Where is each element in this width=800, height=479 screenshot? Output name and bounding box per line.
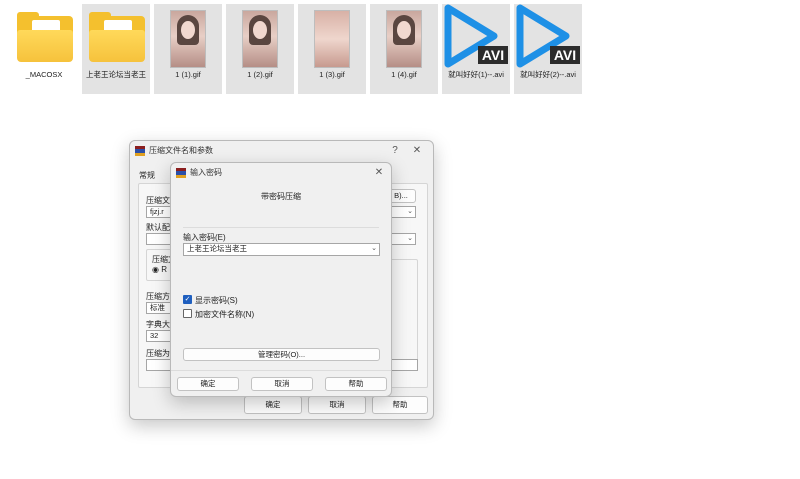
password-input[interactable]: 上老王论坛当老王 ⌄	[183, 243, 380, 256]
file-grid: _MACOSX 上老王论坛当老王 1 (1).gif 1 (2).gif 1 (…	[10, 4, 590, 96]
titlebar: 输入密码 ✕	[171, 163, 391, 183]
folder-icon	[82, 6, 150, 70]
encrypt-names-checkbox[interactable]	[183, 309, 192, 318]
show-password-checkbox[interactable]: ✓	[183, 295, 192, 304]
dictionary-label: 字典大	[146, 320, 170, 329]
image-thumbnail	[370, 6, 438, 70]
help-button[interactable]: 帮助	[372, 396, 428, 414]
encrypt-names-label: 加密文件名称(N)	[195, 310, 255, 319]
divider	[183, 227, 379, 228]
file-item-avi-2[interactable]: AVI 就叫好好(2)--.avi	[514, 4, 582, 94]
file-item-avi-1[interactable]: AVI 就叫好好(1)--.avi	[442, 4, 510, 94]
show-password-label: 显示密码(S)	[195, 296, 238, 305]
file-item-macosx[interactable]: _MACOSX	[10, 4, 78, 94]
password-label: 输入密码(E)	[183, 233, 226, 242]
file-name: 就叫好好(1)--.avi	[448, 70, 504, 79]
file-name: 1 (4).gif	[391, 70, 417, 79]
image-thumbnail	[226, 6, 294, 70]
password-value: 上老王论坛当老王	[187, 244, 247, 253]
avi-badge: AVI	[482, 47, 504, 63]
profile-label: 默认配	[146, 223, 170, 232]
image-thumbnail	[298, 6, 366, 70]
archive-name-label: 压缩文	[146, 196, 170, 205]
dialog-title: 压缩文件名和参数	[149, 146, 213, 155]
close-icon[interactable]: ✕	[409, 143, 425, 159]
file-item-gif-4[interactable]: 1 (4).gif	[370, 4, 438, 94]
file-name: 1 (2).gif	[247, 70, 273, 79]
manage-passwords-button[interactable]: 管理密码(O)...	[183, 348, 380, 361]
file-name: 1 (1).gif	[175, 70, 201, 79]
chevron-down-icon[interactable]: ⌄	[371, 244, 377, 254]
video-play-icon: AVI	[516, 4, 580, 68]
file-name: 上老王论坛当老王	[86, 70, 146, 79]
divider	[171, 370, 391, 371]
winrar-icon	[135, 146, 145, 156]
format-rar-radio[interactable]: ◉ R	[152, 265, 167, 274]
cancel-button[interactable]: 取消	[308, 396, 366, 414]
split-volume-label: 压缩为	[146, 349, 170, 358]
help-button[interactable]: 帮助	[325, 377, 387, 391]
file-name: _MACOSX	[25, 70, 63, 79]
avi-badge: AVI	[554, 47, 576, 63]
format-option-label: R	[161, 265, 167, 274]
titlebar: 压缩文件名和参数 ? ✕	[130, 141, 433, 161]
ok-button[interactable]: 确定	[244, 396, 302, 414]
file-item-folder[interactable]: 上老王论坛当老王	[82, 4, 150, 94]
ok-button[interactable]: 确定	[177, 377, 239, 391]
file-item-gif-1[interactable]: 1 (1).gif	[154, 4, 222, 94]
help-icon[interactable]: ?	[387, 143, 403, 159]
image-thumbnail	[154, 6, 222, 70]
file-item-gif-2[interactable]: 1 (2).gif	[226, 4, 294, 94]
file-name: 1 (3).gif	[319, 70, 345, 79]
close-icon[interactable]: ✕	[371, 165, 387, 181]
video-play-icon: AVI	[444, 4, 508, 68]
password-dialog: 输入密码 ✕ 带密码压缩 输入密码(E) 上老王论坛当老王 ⌄ ✓ 显示密码(S…	[170, 162, 392, 397]
folder-icon	[10, 6, 78, 70]
cancel-button[interactable]: 取消	[251, 377, 313, 391]
dialog-title: 输入密码	[190, 168, 222, 177]
file-item-gif-3[interactable]: 1 (3).gif	[298, 4, 366, 94]
winrar-icon	[176, 168, 186, 178]
dialog-heading: 带密码压缩	[261, 192, 301, 201]
method-label: 压缩方	[146, 292, 170, 301]
tab-general[interactable]: 常规	[139, 170, 155, 181]
file-name: 就叫好好(2)--.avi	[520, 70, 576, 79]
